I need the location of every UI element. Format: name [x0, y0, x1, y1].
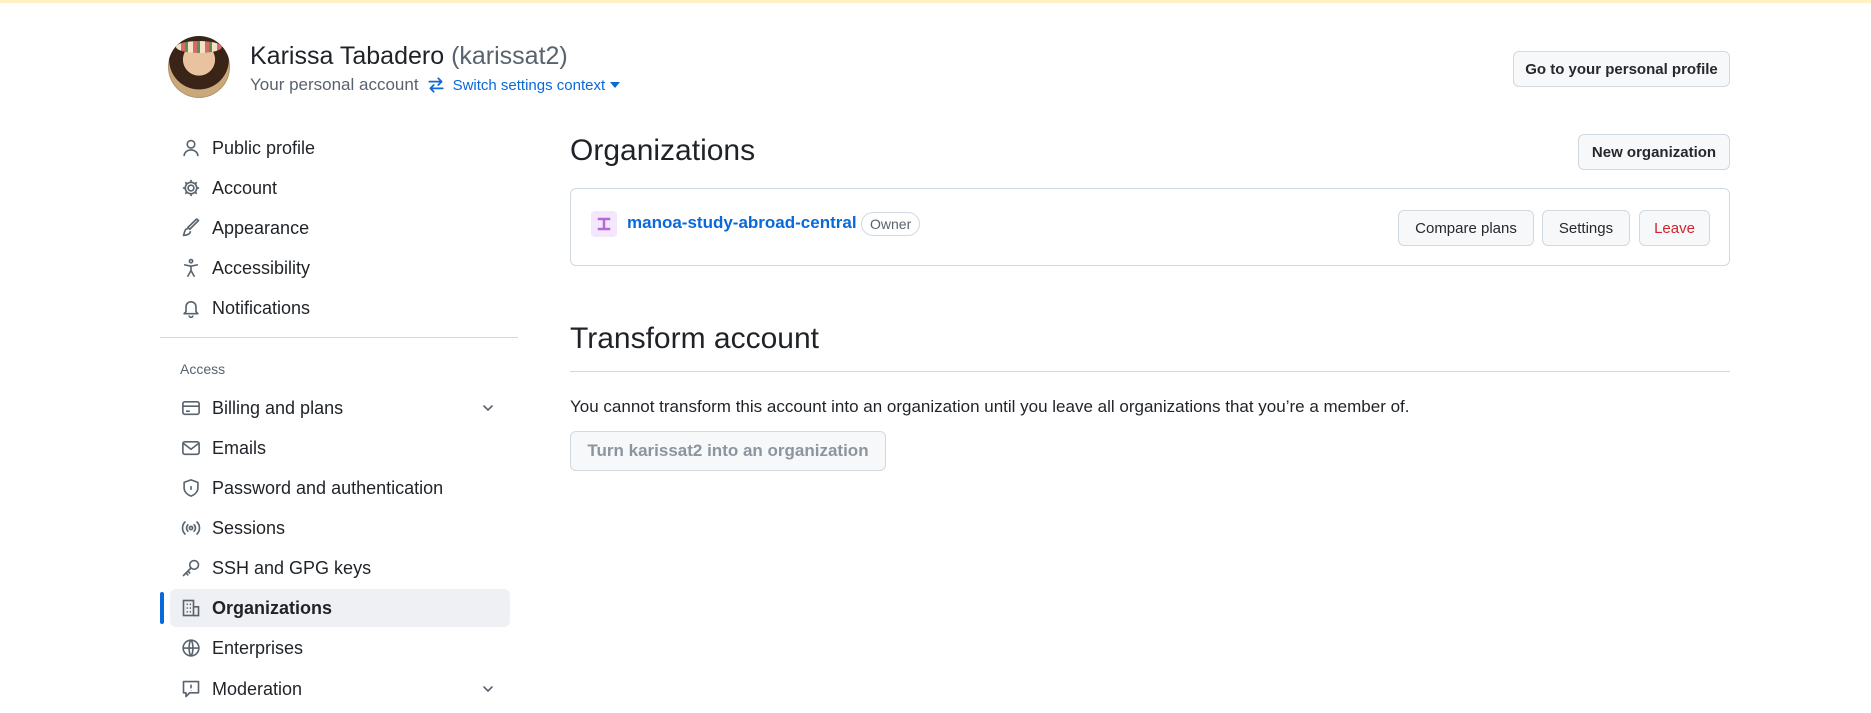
key-icon [180, 557, 202, 579]
mail-icon [180, 437, 202, 459]
sidebar-item-label: Notifications [212, 297, 311, 318]
sidebar-item-account[interactable]: Account [170, 169, 510, 207]
sidebar-item-ssh-gpg-keys[interactable]: SSH and GPG keys [170, 549, 510, 587]
org-role-badge: Owner [861, 212, 921, 236]
account-display-name: Karissa Tabadero [250, 42, 445, 70]
sidebar-item-label: Accessibility [212, 257, 311, 278]
section-title-transform: Transform account [570, 322, 819, 355]
switch-settings-context-link[interactable]: Switch settings context [453, 77, 606, 94]
sidebar-item-organizations[interactable]: Organizations [170, 589, 510, 627]
account-title: Karissa Tabadero (karissat2) [250, 42, 568, 71]
paintbrush-icon [180, 217, 202, 239]
gear-icon [180, 177, 202, 199]
go-to-profile-button[interactable]: Go to your personal profile [1513, 51, 1730, 87]
sidebar-item-label: Account [212, 177, 278, 198]
avatar[interactable] [168, 36, 230, 98]
page-title: Organizations [570, 134, 756, 167]
sidebar-item-label: Organizations [212, 597, 333, 618]
sidebar-item-moderation[interactable]: Moderation [170, 670, 510, 708]
sidebar-item-label: Billing and plans [212, 397, 344, 418]
org-avatar[interactable] [591, 211, 617, 237]
sidebar-item-label: Enterprises [212, 637, 304, 658]
credit-card-icon [180, 397, 202, 419]
sidebar-item-label: Emails [212, 437, 267, 458]
accessibility-icon [180, 257, 202, 279]
person-icon [180, 137, 202, 159]
sidebar-item-sessions[interactable]: Sessions [170, 509, 510, 547]
compare-plans-button[interactable]: Compare plans [1398, 210, 1534, 246]
sidebar-item-billing[interactable]: Billing and plans [170, 389, 510, 427]
top-banner-line [0, 0, 1871, 3]
sidebar-item-accessibility[interactable]: Accessibility [170, 249, 510, 287]
broadcast-icon [180, 517, 202, 539]
org-name-link[interactable]: manoa-study-abroad-central [627, 213, 857, 233]
organization-icon [180, 597, 202, 619]
sidebar-item-label: Password and authentication [212, 477, 444, 498]
leave-org-button[interactable]: Leave [1639, 210, 1710, 246]
chevron-down-icon[interactable] [480, 681, 496, 702]
section-divider [570, 371, 1730, 372]
sidebar-item-enterprises[interactable]: Enterprises [170, 629, 510, 667]
report-icon [180, 678, 202, 700]
shield-lock-icon [180, 477, 202, 499]
account-subtitle: Your personal account [250, 75, 419, 94]
sidebar-item-label: Public profile [212, 137, 316, 158]
account-handle: (karissat2) [451, 42, 568, 70]
turn-into-organization-button: Turn karissat2 into an organization [570, 431, 886, 471]
sidebar-item-appearance[interactable]: Appearance [170, 209, 510, 247]
sidebar-item-label: Sessions [212, 517, 286, 538]
new-organization-button[interactable]: New organization [1578, 134, 1730, 170]
organization-list: manoa-study-abroad-central Owner Compare… [570, 188, 1730, 266]
chevron-down-icon[interactable] [480, 400, 496, 421]
sidebar-item-label: Moderation [212, 678, 303, 699]
sidebar-item-emails[interactable]: Emails [170, 429, 510, 467]
sidebar-divider [160, 337, 518, 338]
sidebar-item-password[interactable]: Password and authentication [170, 469, 510, 507]
sidebar-section-heading: Access [180, 361, 226, 377]
account-subtitle-row: Your personal account Switch settings co… [250, 75, 621, 95]
sidebar-item-notifications[interactable]: Notifications [170, 289, 510, 327]
org-settings-button[interactable]: Settings [1542, 210, 1630, 246]
active-indicator [160, 592, 164, 624]
sidebar-item-label: SSH and GPG keys [212, 557, 372, 578]
sidebar-item-label: Appearance [212, 217, 310, 238]
caret-down-icon[interactable] [610, 82, 621, 88]
globe-icon [180, 637, 202, 659]
bell-icon [180, 297, 202, 319]
transform-description: You cannot transform this account into a… [570, 397, 1410, 416]
arrow-switch-icon[interactable] [427, 76, 445, 94]
sidebar-item-public-profile[interactable]: Public profile [170, 129, 510, 167]
